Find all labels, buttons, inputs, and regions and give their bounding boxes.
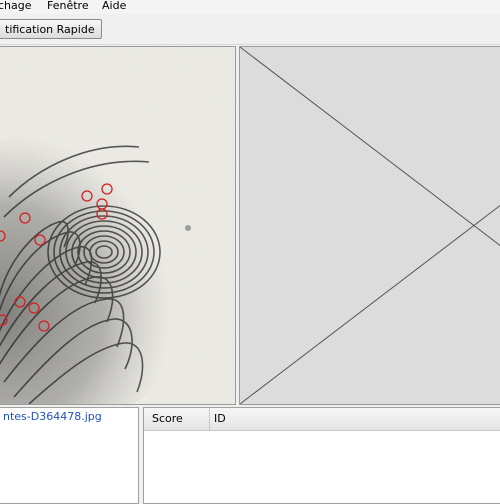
selected-file-link[interactable]: ntes-D364478.jpg (3, 410, 102, 423)
menu-affichage[interactable]: chage (0, 0, 32, 12)
match-image-panel (239, 46, 500, 405)
menu-bar: chage Fenêtre Aide (0, 0, 500, 14)
toolbar: tification Rapide (0, 14, 500, 45)
results-table: Score ID (143, 407, 500, 504)
quick-identification-button[interactable]: tification Rapide (0, 19, 102, 39)
results-table-header: Score ID (144, 408, 500, 431)
fingerprint-image (0, 47, 235, 404)
fingerprint-image-panel (0, 46, 236, 405)
empty-placeholder-cross-icon (240, 47, 500, 404)
column-header-id[interactable]: ID (210, 408, 500, 430)
file-list[interactable]: ntes-D364478.jpg (0, 407, 139, 504)
column-header-score[interactable]: Score (144, 408, 210, 430)
menu-aide[interactable]: Aide (102, 0, 126, 12)
menu-fenetre[interactable]: Fenêtre (47, 0, 89, 12)
